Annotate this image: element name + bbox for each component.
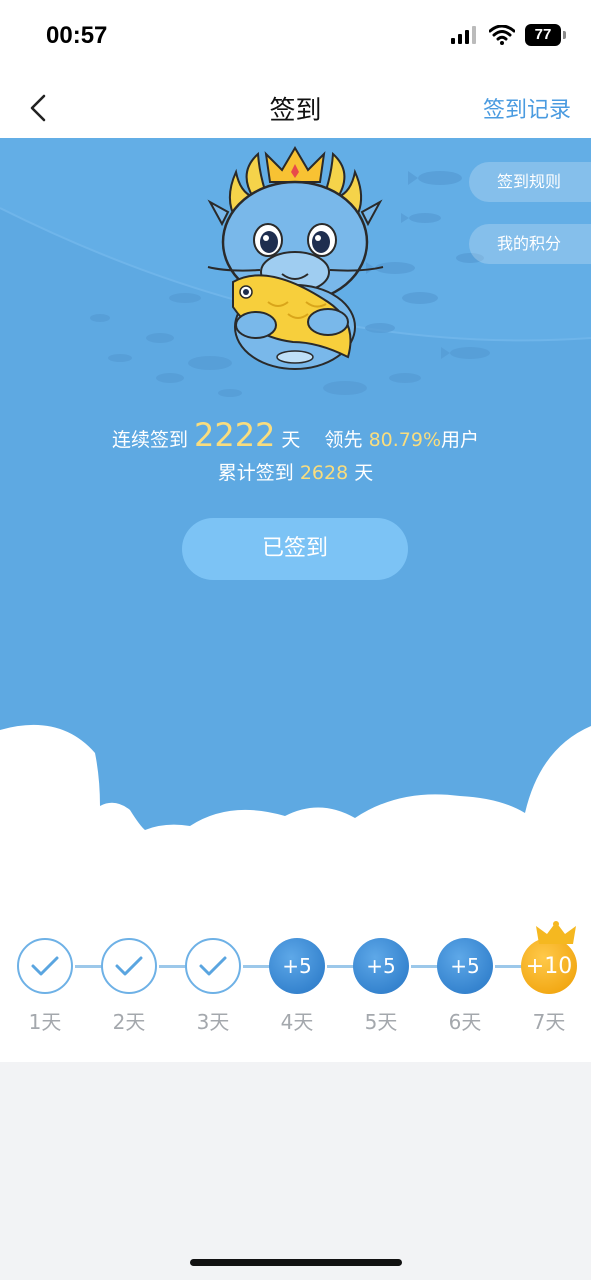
lead-label: 领先: [324, 429, 363, 451]
home-indicator: [190, 1259, 402, 1266]
reward-badge: +5: [437, 938, 493, 994]
status-bar: 00:57 77: [0, 0, 591, 76]
weekly-progress: 1天 2天 3天 +5 4天 +5 5天 +5 6天 +10 7天: [0, 921, 591, 1062]
navigation-bar: 签到 签到记录: [0, 76, 591, 138]
day-label: 4天: [280, 1010, 314, 1034]
checkin-history-link[interactable]: 签到记录: [483, 92, 571, 124]
checked-in-button[interactable]: 已签到: [182, 518, 408, 580]
total-stats: 累计签到 2628 天: [0, 458, 591, 485]
reward-badge: +5: [353, 938, 409, 994]
day-item-6: +5 6天: [437, 938, 493, 1035]
day-label: 7天: [532, 1010, 566, 1034]
total-unit: 天: [354, 462, 374, 484]
streak-stats: 连续签到 2222 天 领先 80.79%用户: [0, 416, 591, 454]
status-time: 00:57: [46, 22, 108, 49]
checkmark-icon: [185, 938, 241, 994]
crown-icon: [536, 921, 576, 944]
total-days-value: 2628: [299, 462, 349, 484]
lead-suffix: 用户: [441, 429, 480, 451]
bonus-reward-badge: +10: [521, 938, 577, 994]
lead-percent-value: 80.79%: [368, 429, 442, 451]
day-item-1: 1天: [17, 938, 73, 1035]
day-item-5: +5 5天: [353, 938, 409, 1035]
hero-section: 签到规则 我的积分 连续签到 2222 天 领先 80.79%用户 累计签到 2…: [0, 138, 591, 928]
status-icons: 77: [451, 24, 566, 46]
day-item-7: +10 7天: [521, 938, 577, 1035]
wifi-icon: [489, 25, 515, 45]
battery-icon: 77: [525, 24, 566, 46]
streak-label: 连续签到: [111, 429, 188, 451]
day-item-3: 3天: [185, 938, 241, 1035]
day-label: 3天: [196, 1010, 230, 1034]
day-item-4: +5 4天: [269, 938, 325, 1035]
reward-badge: +5: [269, 938, 325, 994]
my-points-button[interactable]: 我的积分: [469, 224, 591, 264]
checkmark-icon: [101, 938, 157, 994]
day-label: 1天: [28, 1010, 62, 1034]
day-label: 6天: [448, 1010, 482, 1034]
day-label: 5天: [364, 1010, 398, 1034]
cellular-signal-icon: [451, 26, 476, 44]
day-item-2: 2天: [101, 938, 157, 1035]
cloud-decoration: [0, 724, 591, 928]
streak-days-value: 2222: [193, 416, 276, 454]
checkin-rules-button[interactable]: 签到规则: [469, 162, 591, 202]
streak-unit: 天: [281, 429, 301, 451]
dragon-mascot-icon: [207, 146, 384, 370]
day-label: 2天: [112, 1010, 146, 1034]
total-label: 累计签到: [217, 462, 294, 484]
checkmark-icon: [17, 938, 73, 994]
